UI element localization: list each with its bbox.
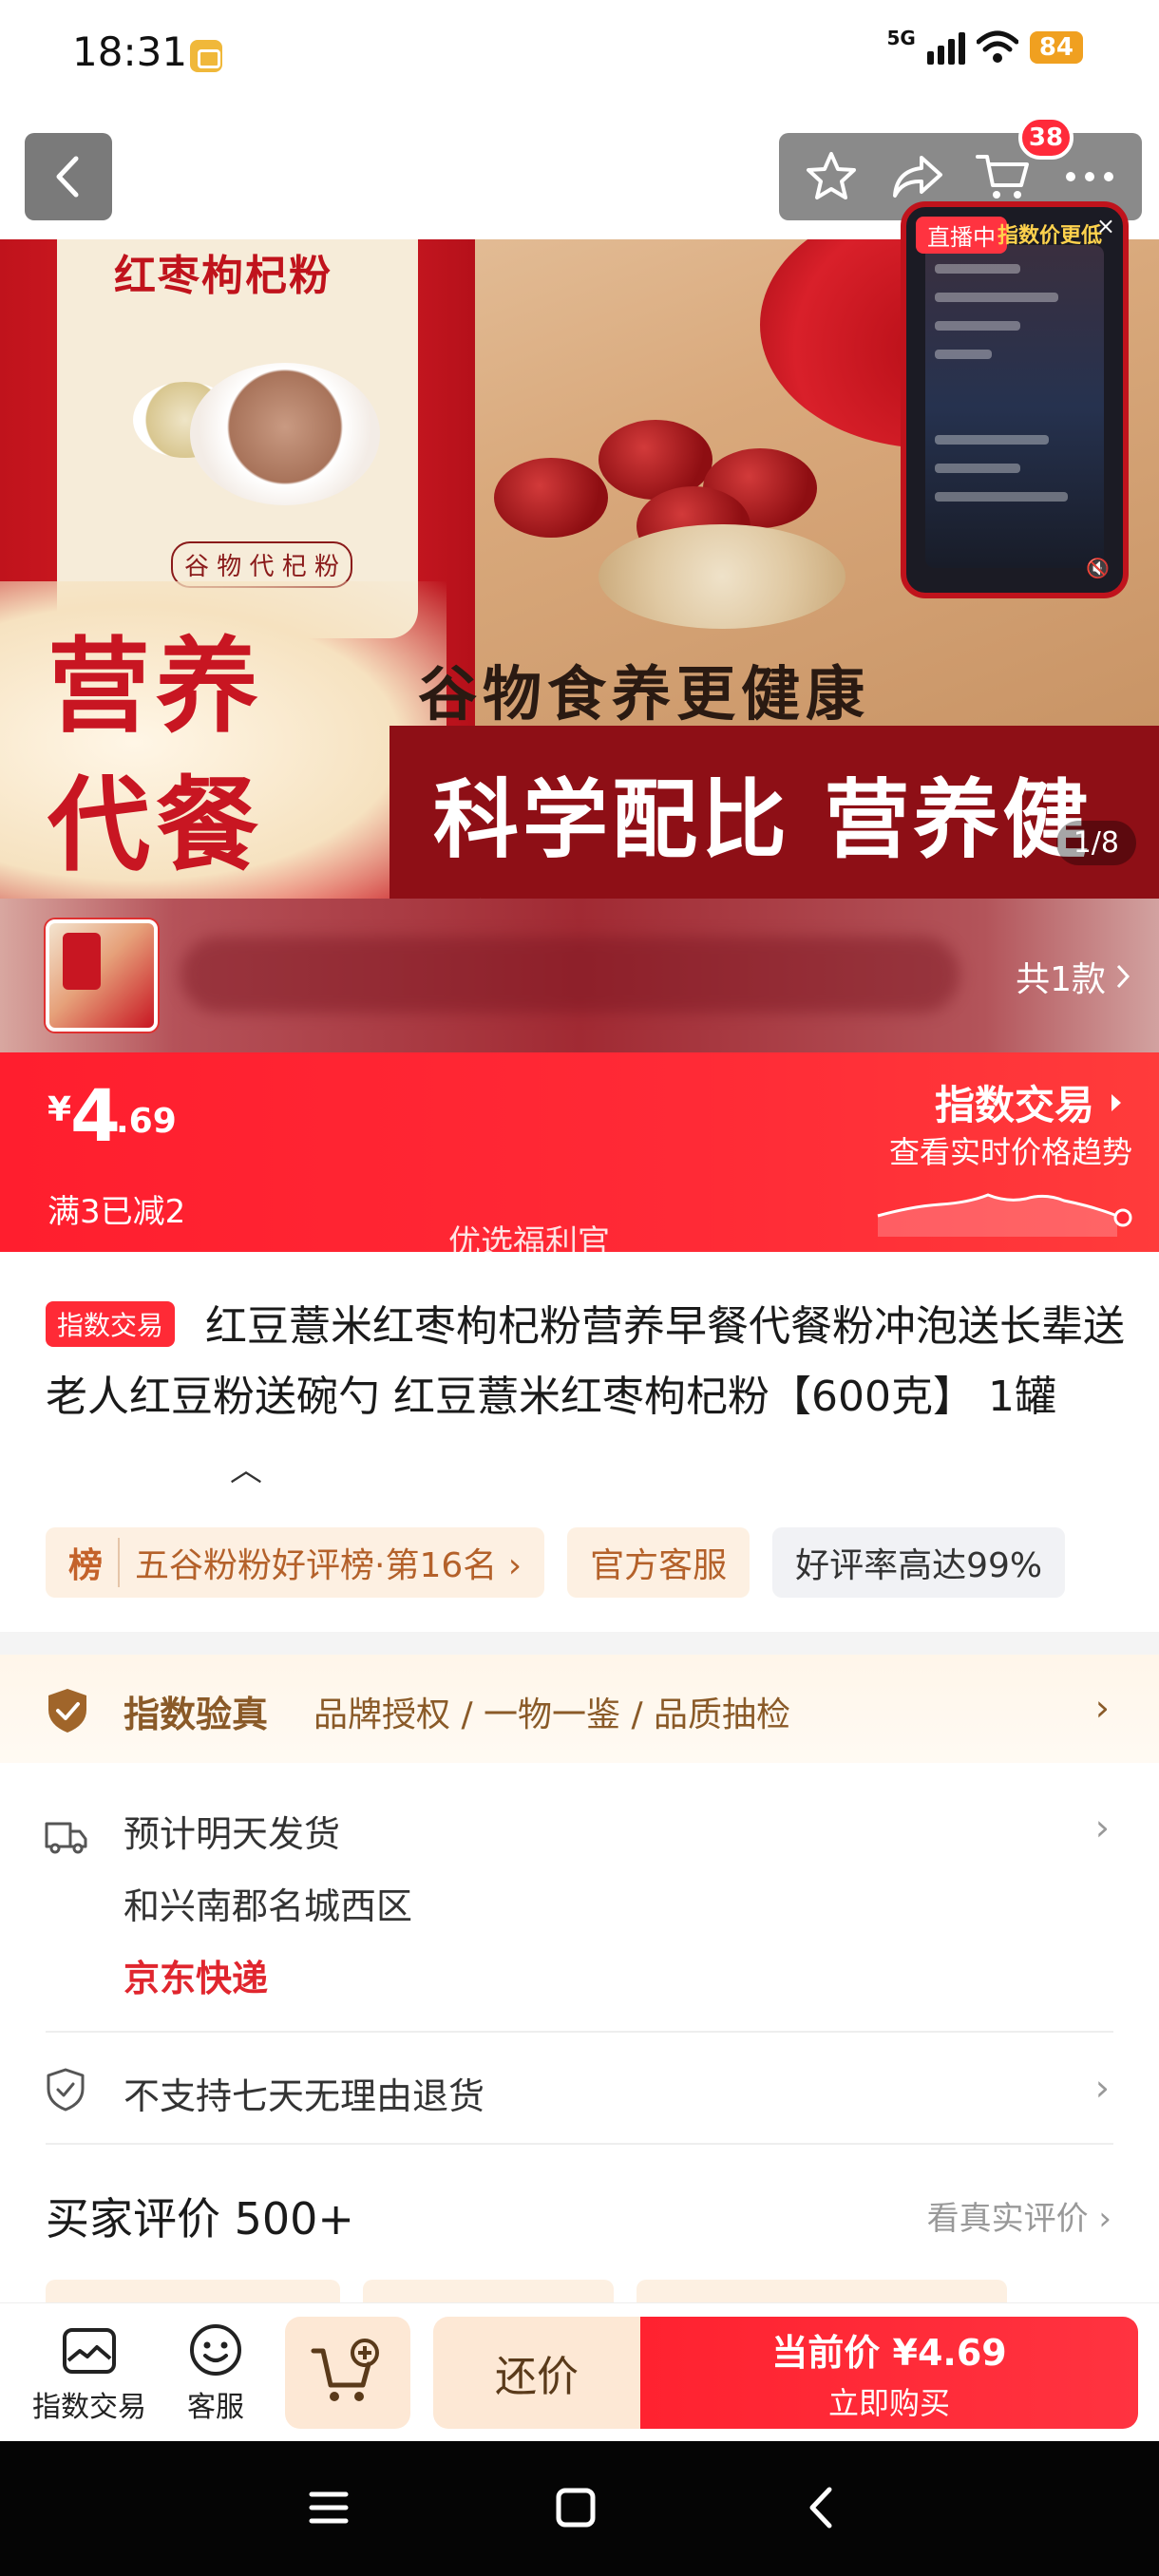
return-policy-text: 不支持七天无理由退货 (124, 2075, 485, 2117)
store-icon (63, 2328, 116, 2374)
chevron-right-icon: › (1094, 1687, 1110, 1729)
mute-icon[interactable]: 🔇 (1086, 557, 1110, 579)
sku-count[interactable]: 共1款 (1016, 952, 1130, 1001)
wifi-icon (976, 30, 1018, 63)
product-chips: 榜 五谷粉粉好评榜·第16名 › 官方客服 好评率高达99% (46, 1527, 1159, 1598)
back-icon (56, 156, 79, 198)
chevron-right-icon: › (1094, 1807, 1110, 1848)
close-icon[interactable]: × (1096, 213, 1115, 239)
return-policy-row[interactable]: 不支持七天无理由退货 › (0, 2033, 1159, 2143)
bargain-button[interactable]: 还价 (433, 2317, 640, 2429)
reviews-title: 买家评价 500+ (46, 2193, 354, 2245)
reviews-link[interactable]: 看真实评价 › (927, 2192, 1112, 2239)
status-indicators: 5G 84 (886, 27, 1083, 65)
status-bar: 18:31 5G 84 (0, 0, 1159, 114)
back-nav-icon[interactable] (792, 2479, 849, 2536)
truck-icon (45, 1822, 87, 1854)
menu-icon[interactable] (300, 2479, 357, 2536)
image-counter: 1/8 (1055, 821, 1136, 865)
rank-tag: 榜 (68, 1538, 121, 1587)
verify-bar[interactable]: 指数验真 品牌授权 / 一物一鉴 / 品质抽检 › (0, 1655, 1159, 1763)
shield-check-icon (47, 2068, 85, 2112)
index-trade-subtitle[interactable]: 查看实时价格趋势 (889, 1128, 1132, 1172)
battery-icon: 84 (1029, 31, 1083, 64)
drink-cup (190, 363, 380, 505)
delivery-eta: 预计明天发货 (124, 1813, 341, 1855)
sku-count-label: 共1款 (1016, 960, 1106, 999)
back-button[interactable] (25, 133, 112, 220)
live-tag: 直播中 (916, 217, 1007, 254)
nutrition-line-2: 代餐 (48, 766, 265, 885)
delivery-section[interactable]: 预计明天发货 和兴南郡名城西区 京东快递 › (0, 1763, 1159, 2029)
sku-strip[interactable]: 共1款 (0, 899, 1159, 1052)
more-icon (1065, 172, 1113, 181)
reviews-section: 买家评价 500+ 看真实评价 › (0, 2145, 1159, 2316)
buy-now-button[interactable]: 当前价 ¥4.69 立即购买 (640, 2317, 1138, 2429)
price-decimal: .69 (116, 1102, 177, 1141)
sku-blur (180, 937, 960, 1013)
app-notification-icon (190, 40, 222, 72)
index-trade-title: 指数交易 (934, 1082, 1094, 1128)
cart-icon (976, 155, 1030, 199)
delivery-carrier: 京东快递 (124, 1958, 269, 1999)
favorite-star-icon (807, 152, 857, 199)
verified-shield-icon (48, 1689, 86, 1733)
collapse-caret-icon[interactable]: ︿ (70, 1435, 262, 1506)
rank-chip[interactable]: 榜 五谷粉粉好评榜·第16名 › (46, 1527, 545, 1598)
can-title: 红枣枸杞粉 (114, 252, 332, 300)
caret-right-icon (1112, 1093, 1121, 1111)
smile-icon (190, 2324, 241, 2376)
verify-description: 品牌授权 / 一物一鉴 / 品质抽检 (314, 1695, 791, 1734)
customer-service-label: 客服 (187, 2391, 244, 2424)
rank-text: 五谷粉粉好评榜·第16名 › (135, 1546, 522, 1585)
product-title[interactable]: 红豆薏米红枣枸杞粉营养早餐代餐粉冲泡送长辈送老人红豆粉送碗勺 红豆薏米红枣枸杞粉… (46, 1292, 1129, 1506)
cart-add-icon (311, 2339, 379, 2401)
network-type: 5G (886, 27, 916, 49)
official-service-chip[interactable]: 官方客服 (567, 1527, 750, 1598)
section-divider (0, 1632, 1159, 1655)
live-title: 指数价更低 (998, 224, 1103, 248)
index-trade-link[interactable]: 指数交易 (935, 1073, 1123, 1131)
add-to-cart-button[interactable] (285, 2317, 410, 2429)
system-navigation-bar (0, 2441, 1159, 2576)
index-trade-badge: 指数交易 (46, 1301, 176, 1347)
delivery-location: 和兴南郡名城西区 (124, 1885, 413, 1927)
product-title-block: 红豆薏米红枣枸杞粉营养早餐代餐粉冲泡送长辈送老人红豆粉送碗勺 红豆薏米红枣枸杞粉… (0, 1252, 1159, 1632)
promo-text: 满3已减2 (48, 1193, 186, 1231)
slogan-1: 谷物食养更健康 (418, 659, 871, 729)
beans-pile (598, 524, 846, 629)
slogan-2: 科学配比 营养健康 (433, 770, 1092, 899)
favorite-button[interactable] (798, 143, 864, 210)
verify-title: 指数验真 (124, 1694, 269, 1735)
chevron-right-icon: › (1094, 2067, 1110, 2109)
buy-current-price: 当前价 ¥4.69 (771, 2331, 1007, 2374)
live-screen (925, 245, 1104, 568)
home-icon[interactable] (547, 2479, 604, 2536)
price-currency: ¥ (48, 1090, 72, 1129)
share-icon (892, 156, 942, 198)
price-integer: 4 (70, 1073, 121, 1158)
live-stream-window[interactable]: 直播中 指数价更低 × 🔇 (901, 201, 1129, 598)
bottom-action-bar: 指数交易 客服 还价 当前价 ¥4.69 立即购买 (0, 2302, 1159, 2441)
signal-icon (926, 30, 965, 65)
buy-now-label: 立即购买 (827, 2384, 950, 2421)
nutrition-line-1: 营养 (48, 627, 265, 747)
index-trade-tab-label: 指数交易 (32, 2391, 146, 2424)
customer-service-tab[interactable]: 客服 (186, 2322, 245, 2425)
sku-thumbnail[interactable] (46, 919, 158, 1032)
share-button[interactable] (884, 143, 951, 210)
cart-count-badge: 38 (1018, 116, 1074, 160)
index-trade-tab[interactable]: 指数交易 (32, 2322, 146, 2425)
price-trend-sparkline[interactable] (874, 1174, 1140, 1237)
product-title-text: 红豆薏米红枣枸杞粉营养早餐代餐粉冲泡送长辈送老人红豆粉送碗勺 红豆薏米红枣枸杞粉… (46, 1302, 1125, 1421)
status-time: 18:31 (72, 28, 188, 75)
chevron-right-icon (1116, 964, 1130, 989)
good-rate-chip[interactable]: 好评率高达99% (772, 1527, 1066, 1598)
price-bar: ¥ 4 .69 满3已减2 优选福利官 指数交易 查看实时价格趋势 (0, 1052, 1159, 1261)
